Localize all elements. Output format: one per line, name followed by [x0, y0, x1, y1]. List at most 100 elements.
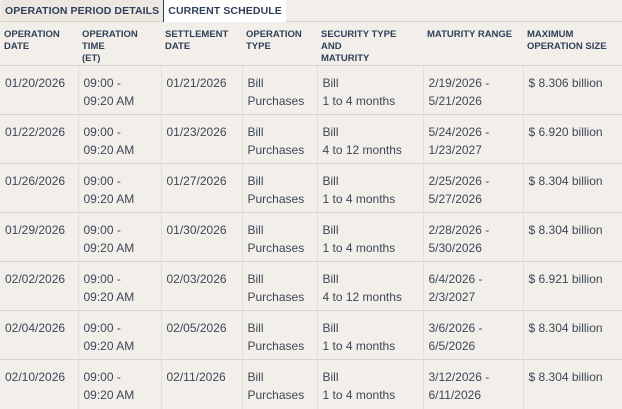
- cell-text: 6/4/2026 -: [428, 272, 483, 286]
- cell-text: Bill: [322, 76, 339, 90]
- cell-text: 01/20/2026: [5, 76, 66, 90]
- cell-text: 5/21/2026: [428, 94, 482, 108]
- cell-operation-time: 09:00 - 09:20 AM: [77, 114, 161, 164]
- cell-operation-time: 09:00 - 09:20 AM: [77, 212, 161, 262]
- cell-text: 1 to 4 months: [322, 241, 396, 255]
- header-operation-time: OPERATION TIME (ET): [78, 22, 161, 66]
- cell-operation-date: 01/29/2026: [0, 212, 78, 262]
- cell-max-operation-size: $ 6.920 billion: [522, 114, 622, 164]
- cell-settlement-date: 01/30/2026: [160, 212, 242, 262]
- cell-text: 09:20 AM: [83, 94, 135, 108]
- cell-text: 01/23/2026: [166, 125, 227, 139]
- cell-text: 09:00 -: [83, 370, 121, 384]
- table-row: 01/29/2026 09:00 - 09:20 AM 01/30/2026 Bill P…: [0, 212, 622, 262]
- cell-text: 5/24/2026 -: [428, 125, 490, 139]
- cell-operation-date: 01/22/2026: [0, 114, 78, 164]
- cell-text: Bill: [247, 370, 264, 384]
- cell-settlement-date: 02/03/2026: [160, 261, 242, 311]
- cell-text: 6/5/2026: [428, 339, 476, 353]
- cell-settlement-date: 01/21/2026: [160, 65, 242, 115]
- cell-text: 2/3/2027: [428, 290, 476, 304]
- cell-text: Purchases: [247, 339, 305, 353]
- cell-text: 2/19/2026 -: [428, 76, 490, 90]
- cell-text: 1 to 4 months: [322, 94, 396, 108]
- cell-text: 1 to 4 months: [322, 192, 396, 206]
- cell-text: Bill: [247, 125, 264, 139]
- cell-text: Bill: [247, 272, 264, 286]
- cell-operation-type: Bill Purchases: [241, 212, 317, 262]
- cell-security-type: Bill 1 to 4 months: [316, 65, 423, 115]
- cell-max-operation-size: $ 8.304 billion: [522, 212, 622, 262]
- cell-operation-date: 02/04/2026: [0, 310, 78, 360]
- cell-text: $ 6.920 billion: [528, 125, 603, 139]
- cell-text: Bill: [322, 370, 339, 384]
- cell-text: 02/02/2026: [5, 272, 66, 286]
- header-label-line: MAXIMUM: [527, 29, 574, 40]
- cell-text: $ 8.306 billion: [528, 76, 603, 90]
- cell-max-operation-size: $ 8.306 billion: [522, 65, 622, 115]
- cell-text: 01/21/2026: [166, 76, 227, 90]
- cell-text: Purchases: [247, 192, 305, 206]
- header-label-line: SETTLEMENT: [165, 29, 229, 40]
- cell-text: 02/05/2026: [166, 321, 227, 335]
- cell-text: Purchases: [247, 241, 305, 255]
- cell-max-operation-size: $ 8.304 billion: [522, 163, 622, 213]
- cell-security-type: Bill 4 to 12 months: [316, 261, 423, 311]
- cell-text: 1 to 4 months: [322, 339, 396, 353]
- cell-text: 01/22/2026: [5, 125, 66, 139]
- cell-text: 2/25/2026 -: [428, 174, 490, 188]
- cell-maturity-range: 5/24/2026 - 1/23/2027: [422, 114, 523, 164]
- cell-operation-date: 02/02/2026: [0, 261, 78, 311]
- cell-text: 01/27/2026: [166, 174, 227, 188]
- cell-text: $ 8.304 billion: [528, 370, 603, 384]
- cell-text: 01/30/2026: [166, 223, 227, 237]
- header-max-operation-size: MAXIMUM OPERATION SIZE: [523, 22, 622, 66]
- cell-text: Bill: [247, 321, 264, 335]
- cell-text: $ 8.304 billion: [528, 223, 603, 237]
- cell-operation-type: Bill Purchases: [241, 114, 317, 164]
- tab-current-schedule[interactable]: CURRENT SCHEDULE: [163, 0, 286, 22]
- cell-text: 09:20 AM: [83, 339, 135, 353]
- tab-bar: OPERATION PERIOD DETAILS CURRENT SCHEDUL…: [0, 0, 622, 22]
- cell-security-type: Bill 1 to 4 months: [316, 212, 423, 262]
- cell-max-operation-size: $ 8.304 billion: [522, 310, 622, 360]
- cell-text: $ 6.921 billion: [528, 272, 603, 286]
- cell-maturity-range: 2/28/2026 - 5/30/2026: [422, 212, 523, 262]
- cell-text: 2/28/2026 -: [428, 223, 490, 237]
- table-row: 01/22/2026 09:00 - 09:20 AM 01/23/2026 Bill P…: [0, 114, 622, 164]
- tab-operation-period-details[interactable]: OPERATION PERIOD DETAILS: [1, 0, 164, 21]
- table-row: 02/10/2026 09:00 - 09:20 AM 02/11/2026 Bill P…: [0, 359, 622, 409]
- cell-text: $ 8.304 billion: [528, 174, 603, 188]
- cell-operation-type: Bill Purchases: [241, 359, 317, 409]
- cell-text: 4 to 12 months: [322, 290, 402, 304]
- header-maturity-range: MATURITY RANGE: [423, 22, 523, 66]
- cell-security-type: Bill 1 to 4 months: [316, 359, 423, 409]
- cell-operation-date: 02/10/2026: [0, 359, 78, 409]
- schedule-table: OPERATION DATE OPERATION TIME (ET) SETTLEMEN…: [0, 22, 622, 409]
- cell-operation-time: 09:00 - 09:20 AM: [77, 359, 161, 409]
- cell-max-operation-size: $ 8.304 billion: [522, 359, 622, 409]
- header-label-line: DATE: [4, 41, 30, 52]
- cell-operation-time: 09:00 - 09:20 AM: [77, 261, 161, 311]
- cell-text: 3/12/2026 -: [428, 370, 490, 384]
- cell-operation-type: Bill Purchases: [241, 65, 317, 115]
- cell-text: 3/6/2026 -: [428, 321, 483, 335]
- cell-text: Bill: [247, 223, 264, 237]
- header-security-type: SECURITY TYPE AND MATURITY: [317, 22, 423, 66]
- cell-operation-time: 09:00 - 09:20 AM: [77, 310, 161, 360]
- header-label-line: MATURITY: [321, 53, 370, 64]
- cell-maturity-range: 6/4/2026 - 2/3/2027: [422, 261, 523, 311]
- cell-max-operation-size: $ 6.921 billion: [522, 261, 622, 311]
- cell-settlement-date: 01/27/2026: [160, 163, 242, 213]
- header-operation-type: OPERATION TYPE: [242, 22, 317, 66]
- cell-text: 09:20 AM: [83, 192, 135, 206]
- cell-text: 4 to 12 months: [322, 143, 402, 157]
- cell-text: Purchases: [247, 143, 305, 157]
- header-operation-date: OPERATION DATE: [0, 22, 78, 66]
- cell-settlement-date: 02/11/2026: [160, 359, 242, 409]
- cell-text: Bill: [322, 174, 339, 188]
- header-label-line: OPERATION TIME: [82, 29, 138, 52]
- cell-text: 02/03/2026: [166, 272, 227, 286]
- cell-security-type: Bill 1 to 4 months: [316, 163, 423, 213]
- cell-operation-time: 09:00 - 09:20 AM: [77, 65, 161, 115]
